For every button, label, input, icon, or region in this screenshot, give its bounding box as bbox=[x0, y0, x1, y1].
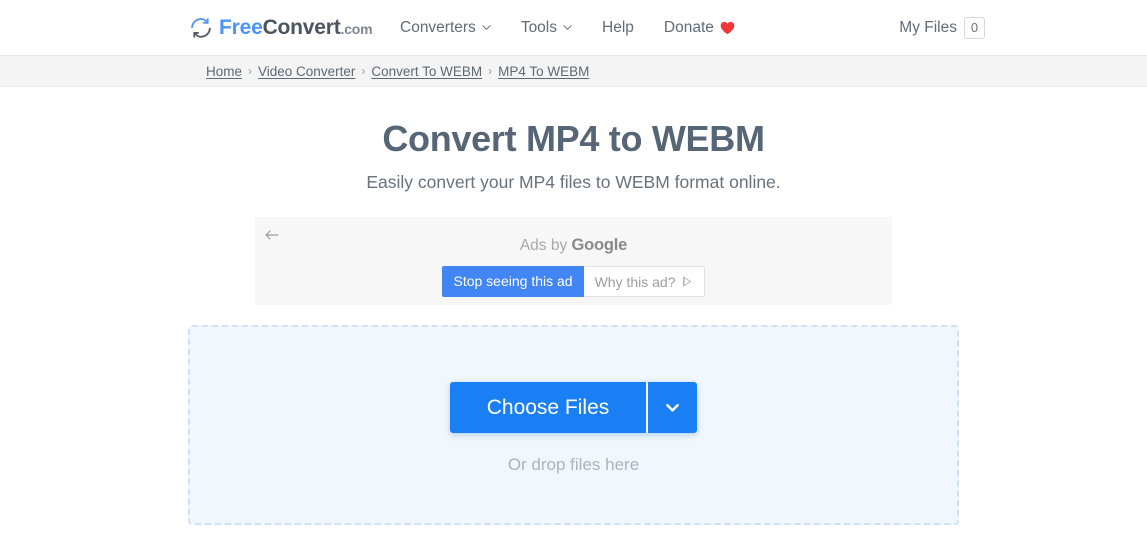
choose-files-button[interactable]: Choose Files bbox=[450, 382, 646, 434]
breadcrumb-item-home[interactable]: Home bbox=[206, 64, 242, 79]
logo-text-com: .com bbox=[340, 21, 373, 37]
my-files-count-badge: 0 bbox=[964, 16, 985, 39]
google-brand-text: Google bbox=[571, 236, 628, 255]
why-this-ad-label: Why this ad? bbox=[594, 273, 676, 290]
choose-files-button-group: Choose Files bbox=[450, 382, 697, 434]
breadcrumb-separator: › bbox=[488, 64, 493, 78]
breadcrumb-item-video-converter[interactable]: Video Converter bbox=[258, 64, 355, 79]
advertisement-container: Ads by Google Stop seeing this ad Why th… bbox=[0, 217, 1147, 306]
ads-by-google-label: Ads by Google bbox=[255, 237, 892, 254]
page-subtitle: Easily convert your MP4 files to WEBM fo… bbox=[366, 172, 781, 193]
breadcrumb-item-mp4-to-webm[interactable]: MP4 To WEBM bbox=[498, 64, 589, 79]
file-dropzone[interactable]: Choose Files Or drop files here bbox=[188, 325, 959, 526]
breadcrumb-item-convert-to-webm[interactable]: Convert To WEBM bbox=[371, 64, 482, 79]
breadcrumb-bar: Home › Video Converter › Convert To WEBM… bbox=[0, 56, 1147, 87]
main-navigation: Converters Tools Help Donate bbox=[400, 19, 735, 37]
logo-text-free: Free bbox=[219, 16, 263, 39]
nav-item-tools[interactable]: Tools bbox=[521, 19, 572, 37]
nav-label-donate: Donate bbox=[663, 18, 714, 36]
logo-wordmark: FreeConvert.com bbox=[219, 16, 373, 39]
page-title: Convert MP4 to WEBM bbox=[382, 118, 765, 159]
my-files-label: My Files bbox=[899, 18, 957, 36]
breadcrumb-separator: › bbox=[248, 64, 253, 78]
ad-action-buttons: Stop seeing this ad Why this ad? bbox=[255, 266, 892, 298]
chevron-down-icon bbox=[663, 398, 682, 417]
chevron-down-icon bbox=[563, 23, 572, 32]
ad-choices-icon bbox=[682, 276, 693, 287]
stop-seeing-this-ad-button[interactable]: Stop seeing this ad bbox=[442, 266, 584, 298]
nav-label-converters: Converters bbox=[400, 18, 476, 36]
breadcrumb-separator: › bbox=[361, 64, 366, 78]
hero-section: Convert MP4 to WEBM Easily convert your … bbox=[0, 87, 1147, 193]
nav-label-tools: Tools bbox=[520, 18, 557, 36]
upload-area-container: Choose Files Or drop files here bbox=[0, 325, 1147, 526]
logo-text-convert: Convert bbox=[262, 16, 341, 39]
site-logo[interactable]: FreeConvert.com bbox=[190, 16, 373, 39]
site-header: FreeConvert.com Converters Tools Help Do… bbox=[0, 0, 1147, 56]
google-ad-panel: Ads by Google Stop seeing this ad Why th… bbox=[255, 217, 892, 306]
refresh-circle-icon bbox=[190, 17, 212, 39]
chevron-down-icon bbox=[482, 23, 491, 32]
choose-files-dropdown-button[interactable] bbox=[648, 382, 697, 434]
nav-item-donate[interactable]: Donate bbox=[664, 19, 735, 37]
drop-files-hint: Or drop files here bbox=[507, 455, 640, 475]
why-this-ad-button[interactable]: Why this ad? bbox=[583, 266, 705, 298]
breadcrumb: Home › Video Converter › Convert To WEBM… bbox=[206, 64, 589, 79]
nav-item-converters[interactable]: Converters bbox=[400, 19, 491, 37]
my-files-button[interactable]: My Files 0 bbox=[899, 16, 985, 39]
nav-item-help[interactable]: Help bbox=[602, 19, 634, 37]
ads-by-prefix: Ads by bbox=[519, 237, 572, 255]
nav-label-help: Help bbox=[602, 18, 634, 36]
heart-icon bbox=[720, 21, 735, 35]
